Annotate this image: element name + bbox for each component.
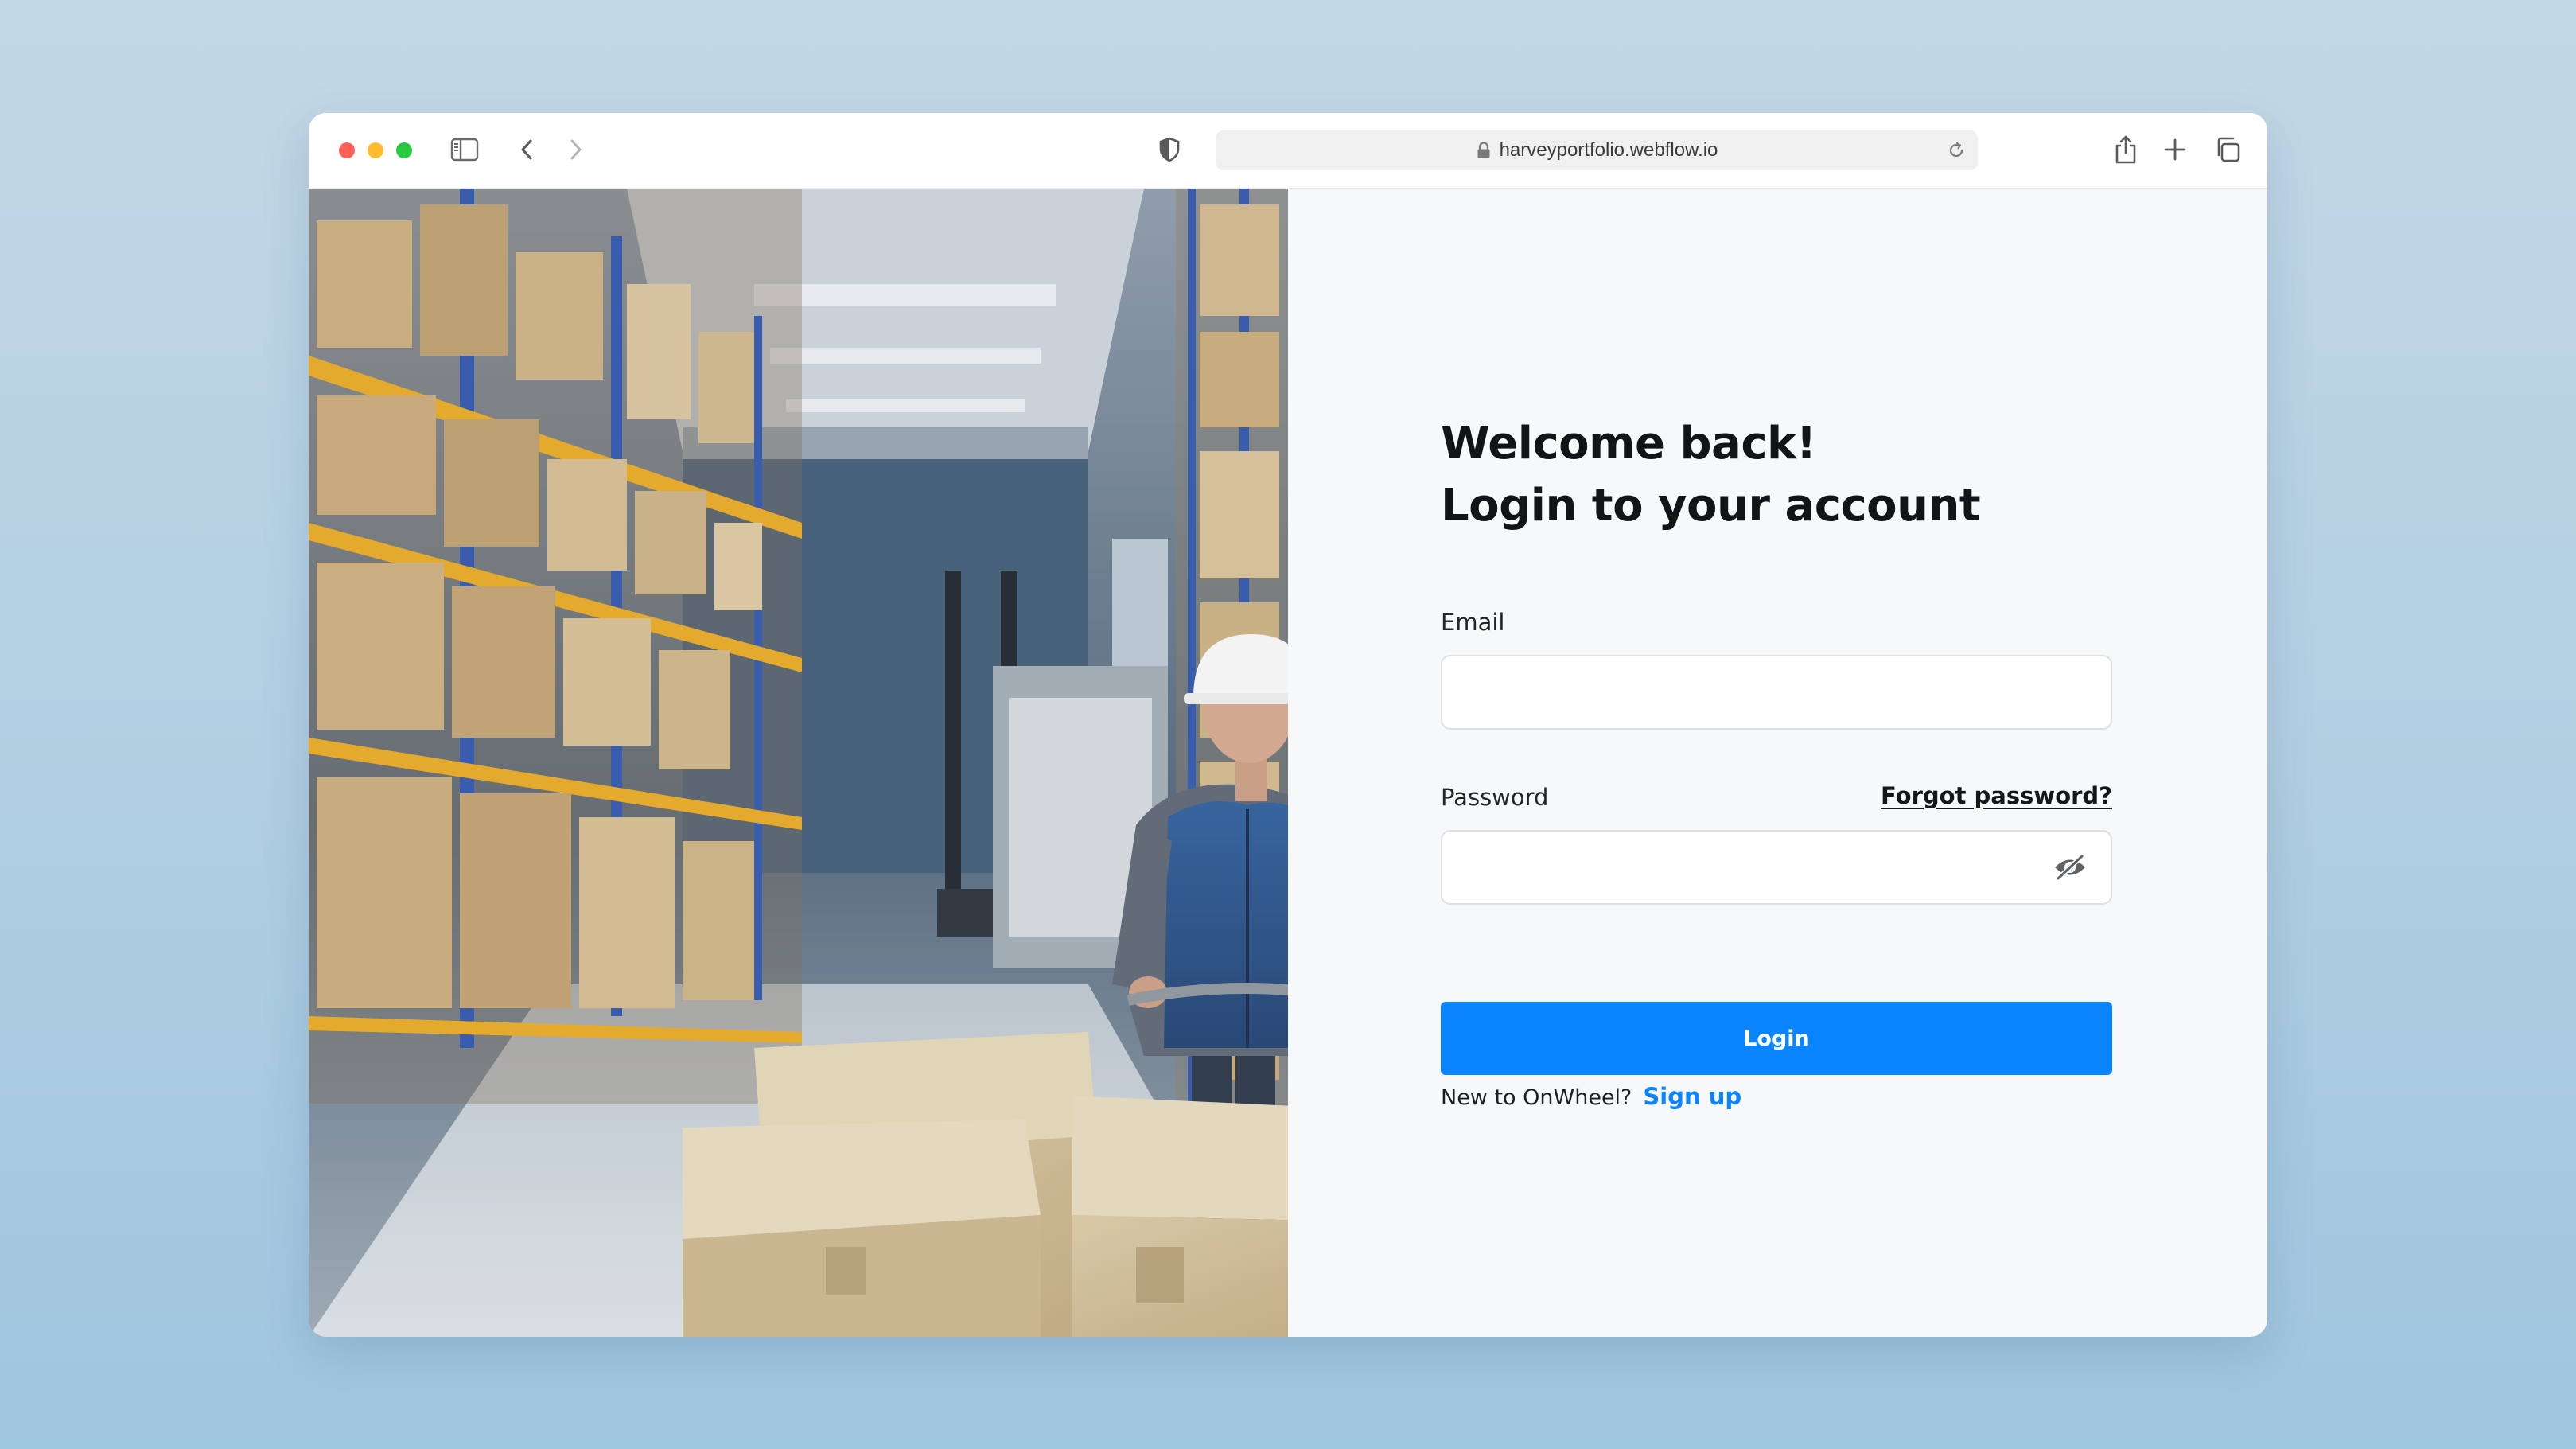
warehouse-worker-photo	[309, 189, 1288, 1337]
signup-link[interactable]: Sign up	[1643, 1083, 1741, 1110]
forgot-password-link[interactable]: Forgot password?	[1881, 782, 2112, 809]
url-text: harveyportfolio.webflow.io	[1499, 139, 1718, 161]
new-tab-plus-icon[interactable]	[2159, 134, 2191, 166]
share-icon[interactable]	[2108, 132, 2143, 167]
close-window-button[interactable]	[339, 142, 355, 158]
sidebar-toggle-icon[interactable]	[449, 134, 481, 166]
login-button[interactable]: Login	[1441, 1002, 2112, 1075]
lock-icon	[1476, 142, 1492, 159]
browser-toolbar: harveyportfolio.webflow.io	[309, 113, 2267, 189]
back-arrow-icon[interactable]	[511, 134, 543, 166]
heading-line-2: Login to your account	[1441, 480, 1981, 532]
browser-window: harveyportfolio.webflow.io Welcome back!…	[309, 113, 2267, 1337]
password-field[interactable]	[1441, 830, 2112, 905]
heading-line-1: Welcome back!	[1441, 418, 1816, 469]
signup-row: New to OnWheel? Sign up	[1441, 1083, 1741, 1110]
zoom-window-button[interactable]	[396, 142, 412, 158]
password-label: Password	[1441, 784, 1549, 811]
login-panel: Welcome back! Login to your account Emai…	[1288, 189, 2267, 1337]
privacy-shield-icon[interactable]	[1154, 134, 1185, 166]
email-label: Email	[1441, 609, 1505, 636]
minimize-window-button[interactable]	[368, 142, 383, 158]
page-content: Welcome back! Login to your account Emai…	[309, 189, 2267, 1337]
signup-prompt: New to OnWheel?	[1441, 1085, 1632, 1110]
forward-arrow-icon[interactable]	[560, 134, 592, 166]
reload-icon[interactable]	[1944, 138, 1968, 162]
email-field[interactable]	[1441, 655, 2112, 730]
eye-slash-icon[interactable]	[2052, 853, 2088, 882]
address-bar[interactable]: harveyportfolio.webflow.io	[1216, 130, 1978, 170]
tab-overview-icon[interactable]	[2212, 134, 2243, 166]
login-heading: Welcome back! Login to your account	[1441, 413, 1981, 537]
